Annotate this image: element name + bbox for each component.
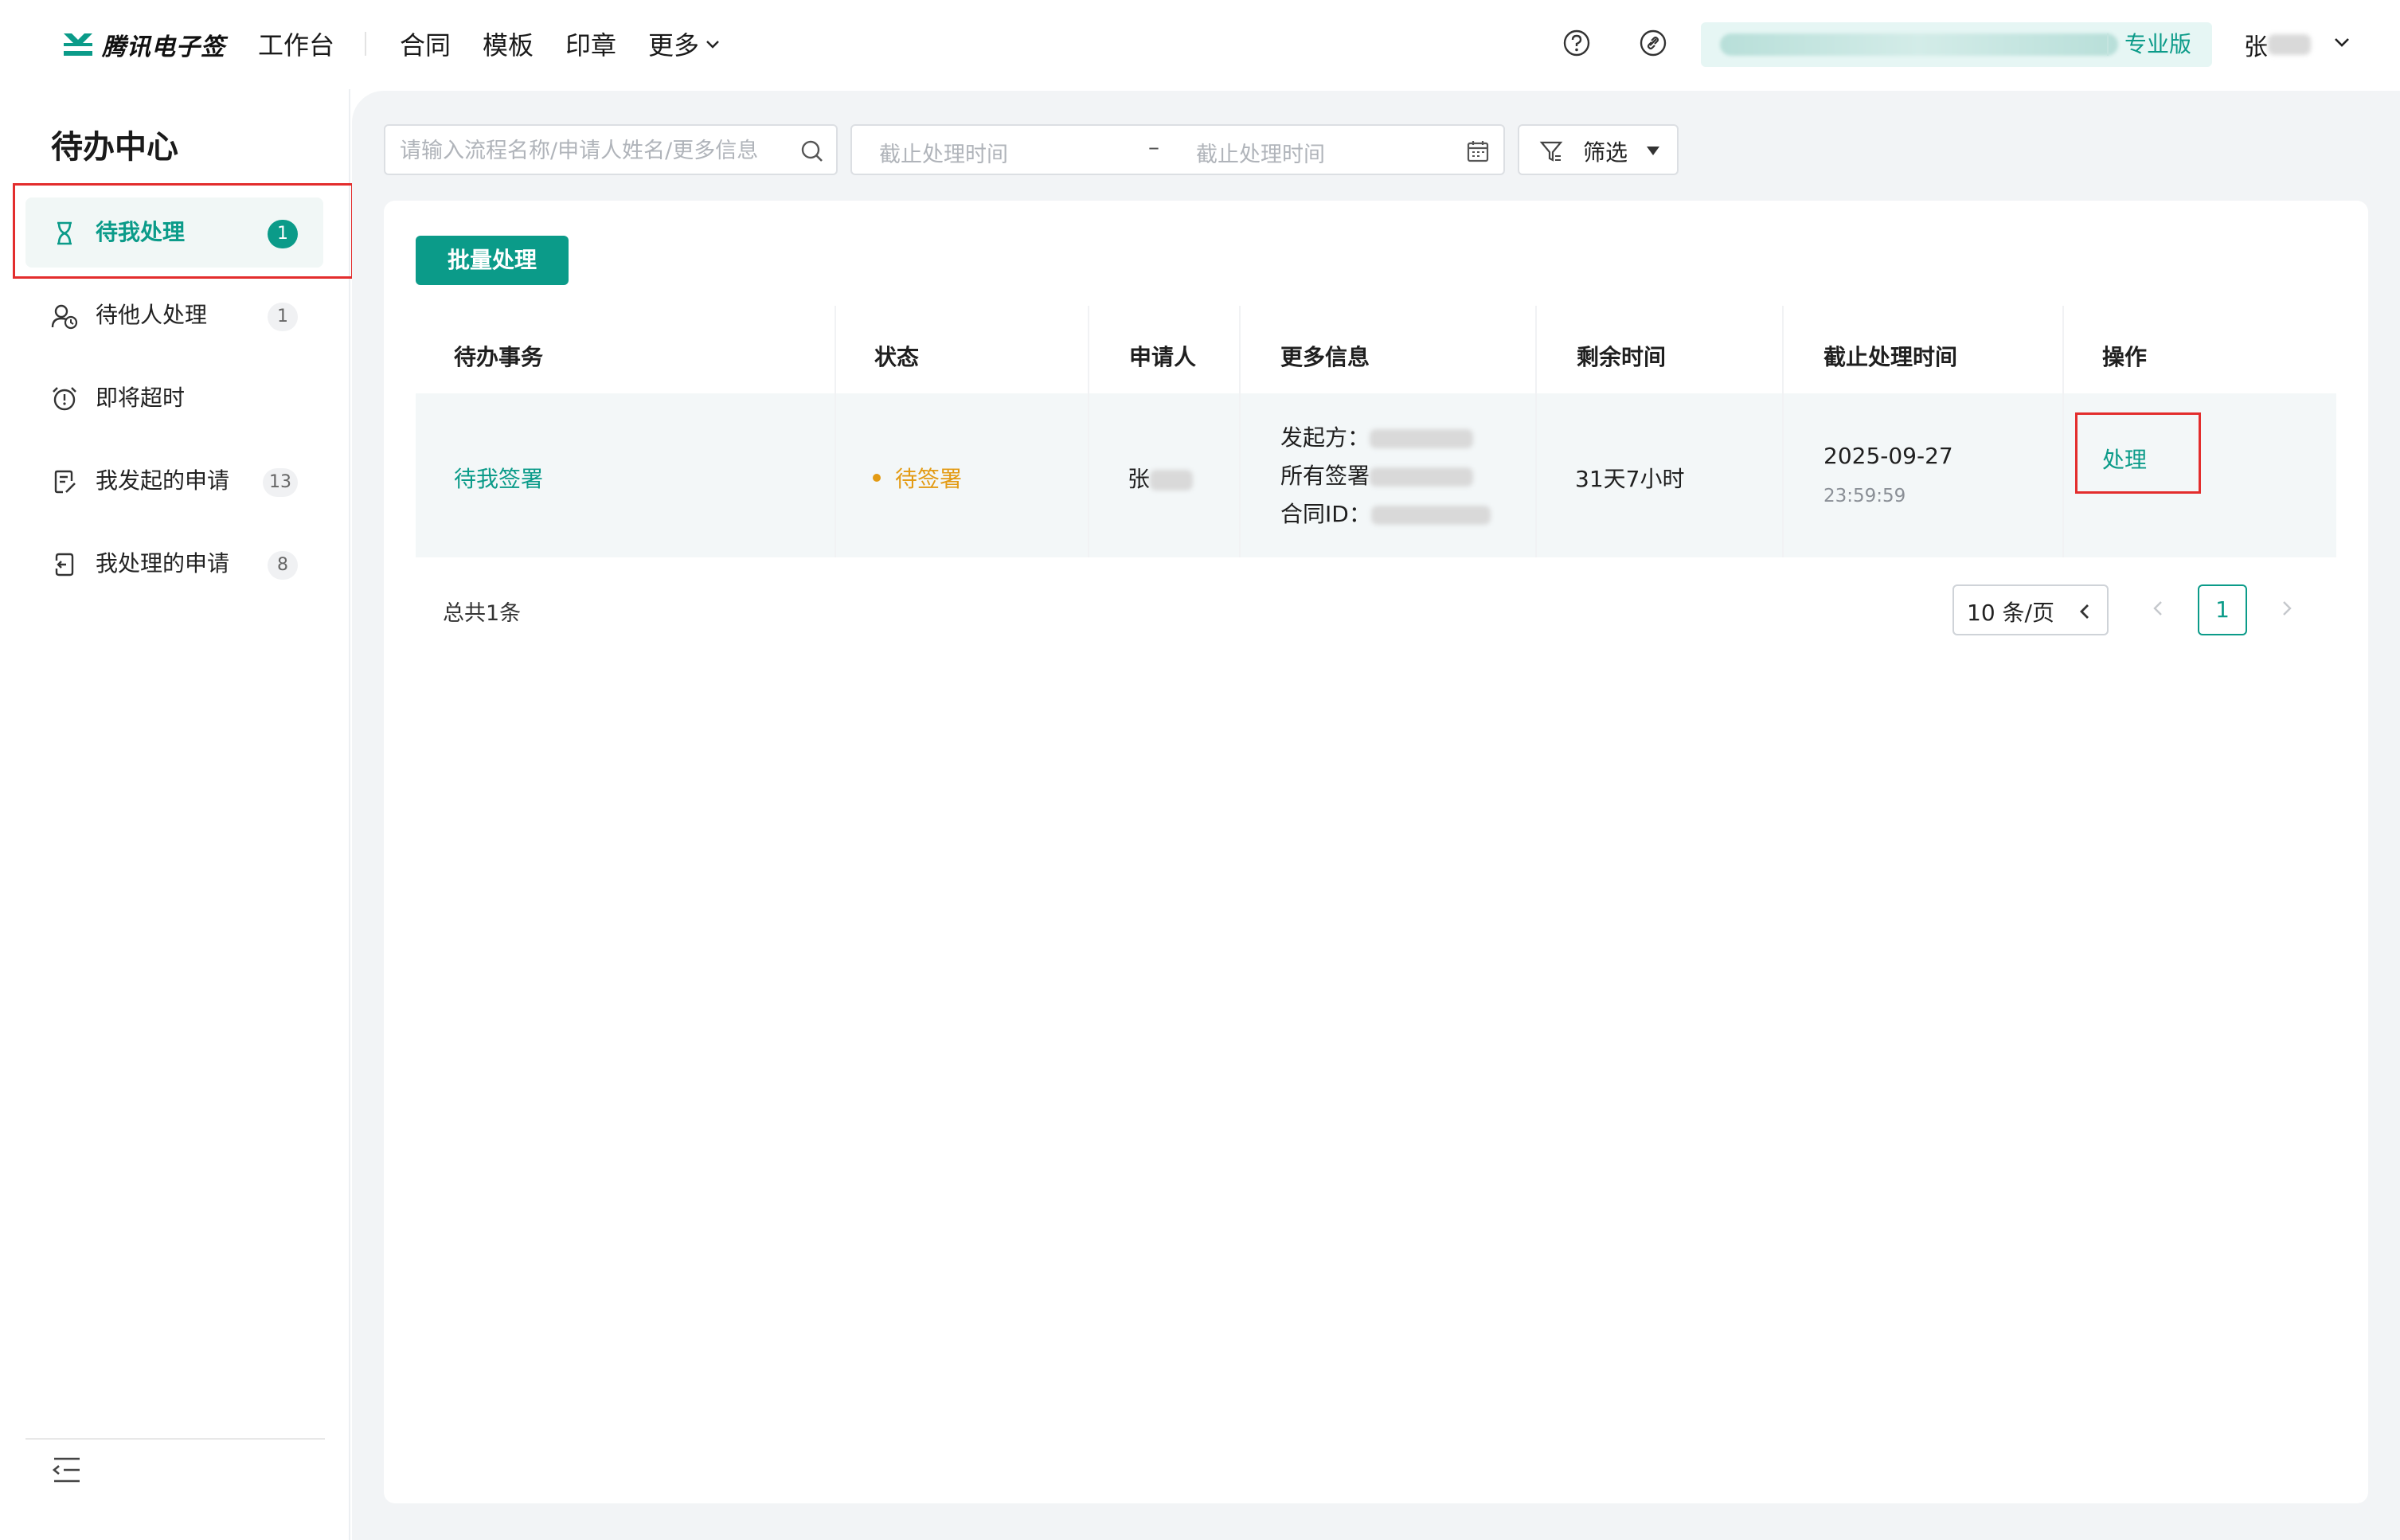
search-icon[interactable]: [799, 139, 825, 164]
nav-seals[interactable]: 印章: [565, 25, 616, 62]
page-size-label: 10 条/页: [1967, 600, 2054, 626]
column-divider: [1535, 306, 1537, 557]
column-divider: [2062, 306, 2064, 557]
top-header: 腾讯电子签 工作台 合同 模板 印章 更多 ██████████████████…: [0, 0, 2400, 89]
info-contract-id: 合同ID：: [1280, 498, 1491, 530]
doc-edit-icon: [54, 470, 76, 494]
sidebar-item-handled[interactable]: 我处理的申请 8: [25, 529, 323, 599]
column-header-status: 状态: [874, 344, 920, 370]
column-header-more-info: 更多信息: [1280, 344, 1370, 370]
batch-process-button[interactable]: 批量处理: [416, 236, 569, 285]
user-clock-icon: [51, 304, 78, 330]
deadline-time: 23:59:59: [1823, 486, 1906, 506]
user-menu[interactable]: 张: [2244, 27, 2311, 62]
filter-button[interactable]: 筛选: [1518, 124, 1679, 175]
collapse-menu-icon[interactable]: [49, 1452, 84, 1487]
org-switcher[interactable]: ██████████████████ 专业版: [1701, 22, 2212, 67]
count-badge: 1: [268, 303, 298, 331]
nav-contracts[interactable]: 合同: [400, 25, 451, 62]
status-dot: [873, 474, 881, 482]
sidebar-title: 待办中心: [51, 129, 178, 166]
org-divider: [2107, 33, 2109, 56]
status-text: 待签署: [895, 466, 963, 492]
prev-page-icon[interactable]: [2145, 596, 2171, 621]
initiator-redacted: [1370, 429, 1474, 448]
nav-more[interactable]: 更多: [648, 25, 721, 62]
sidebar-item-label: 待我处理: [96, 219, 186, 245]
sidebar-item-pending-me[interactable]: 待我处理 1: [25, 197, 323, 268]
column-divider: [1239, 306, 1241, 557]
applicant-cell: 张: [1128, 462, 1194, 494]
filter-icon: [1539, 141, 1563, 162]
page-size-select[interactable]: 10 条/页: [1952, 584, 2109, 635]
user-name: 张: [2244, 33, 2268, 61]
sidebar-item-pending-others[interactable]: 待他人处理 1: [25, 280, 323, 350]
search-input[interactable]: [398, 134, 796, 167]
applicant-redacted: [1150, 470, 1194, 491]
column-header-deadline: 截止处理时间: [1823, 344, 1958, 370]
date-start-field[interactable]: 截止处理时间: [879, 137, 1008, 168]
sidebar-item-expiring[interactable]: 即将超时: [25, 363, 323, 433]
sidebar-item-my-requests[interactable]: 我发起的申请 13: [25, 446, 323, 516]
brand-name: 腾讯电子签: [102, 33, 225, 61]
date-range-separator: –: [1148, 134, 1159, 160]
caret-down-icon: [1647, 147, 1659, 155]
count-badge: 13: [263, 468, 298, 497]
chevron-left-icon: [2080, 604, 2089, 619]
applicant-name: 张: [1128, 466, 1151, 492]
column-divider: [1782, 306, 1784, 557]
brand-logo-icon: [64, 33, 92, 56]
sidebar-item-label: 我发起的申请: [96, 467, 230, 494]
brand-logo[interactable]: 腾讯电子签: [61, 27, 225, 62]
remaining-time: 31天7小时: [1575, 466, 1685, 492]
nav-more-label: 更多: [648, 30, 700, 61]
signers-redacted: [1370, 467, 1474, 487]
next-page-icon[interactable]: [2274, 596, 2300, 621]
info-signers: 所有签署: [1280, 460, 1474, 492]
column-divider: [1088, 306, 1089, 557]
chevron-down-icon: [706, 41, 719, 49]
count-badge: 8: [268, 551, 298, 580]
filter-label: 筛选: [1583, 139, 1628, 166]
task-link[interactable]: 待我签署: [454, 462, 543, 494]
total-count: 总共1条: [443, 601, 522, 626]
search-box: [384, 124, 838, 175]
deadline-date: 2025-09-27: [1823, 443, 1953, 469]
column-header-action: 操作: [2102, 344, 2148, 370]
doc-return-icon: [55, 553, 74, 577]
nav-workbench[interactable]: 工作台: [258, 25, 334, 62]
org-name-redacted: ██████████████████: [1720, 33, 2118, 56]
edition-badge: 专业版: [2124, 31, 2192, 57]
chevron-down-icon[interactable]: [2330, 30, 2354, 54]
column-header-remaining: 剩余时间: [1577, 344, 1667, 370]
hourglass-icon: [57, 221, 72, 245]
info-initiator: 发起方：: [1280, 422, 1474, 454]
sidebar-divider: [25, 1438, 325, 1440]
alarm-clock-icon: [53, 387, 76, 411]
nav-templates[interactable]: 模板: [483, 25, 534, 62]
nav-divider: [365, 32, 366, 56]
date-end-field[interactable]: 截止处理时间: [1196, 137, 1325, 168]
sidebar-item-label: 待他人处理: [96, 302, 208, 328]
sidebar-item-label: 即将超时: [96, 385, 186, 411]
user-name-redacted: [2268, 34, 2311, 55]
column-header-applicant: 申请人: [1129, 344, 1197, 370]
status-badge: 待签署: [873, 462, 962, 494]
column-divider: [835, 306, 836, 557]
calendar-icon[interactable]: [1465, 139, 1491, 164]
sidebar: 待办中心 待我处理 1 待他人处理 1 即将超时 我发起的申请 13 我处理的申…: [0, 89, 350, 1540]
count-badge: 1: [268, 220, 298, 248]
link-icon[interactable]: [1637, 27, 1669, 59]
contract-id-redacted: [1370, 506, 1491, 525]
process-link[interactable]: 处理: [2102, 443, 2147, 475]
deadline-date-range[interactable]: 截止处理时间 – 截止处理时间: [850, 124, 1505, 175]
help-icon[interactable]: [1561, 27, 1593, 59]
page-number-current[interactable]: 1: [2198, 584, 2247, 635]
column-header-task: 待办事务: [454, 344, 544, 370]
sidebar-item-label: 我处理的申请: [96, 550, 230, 577]
